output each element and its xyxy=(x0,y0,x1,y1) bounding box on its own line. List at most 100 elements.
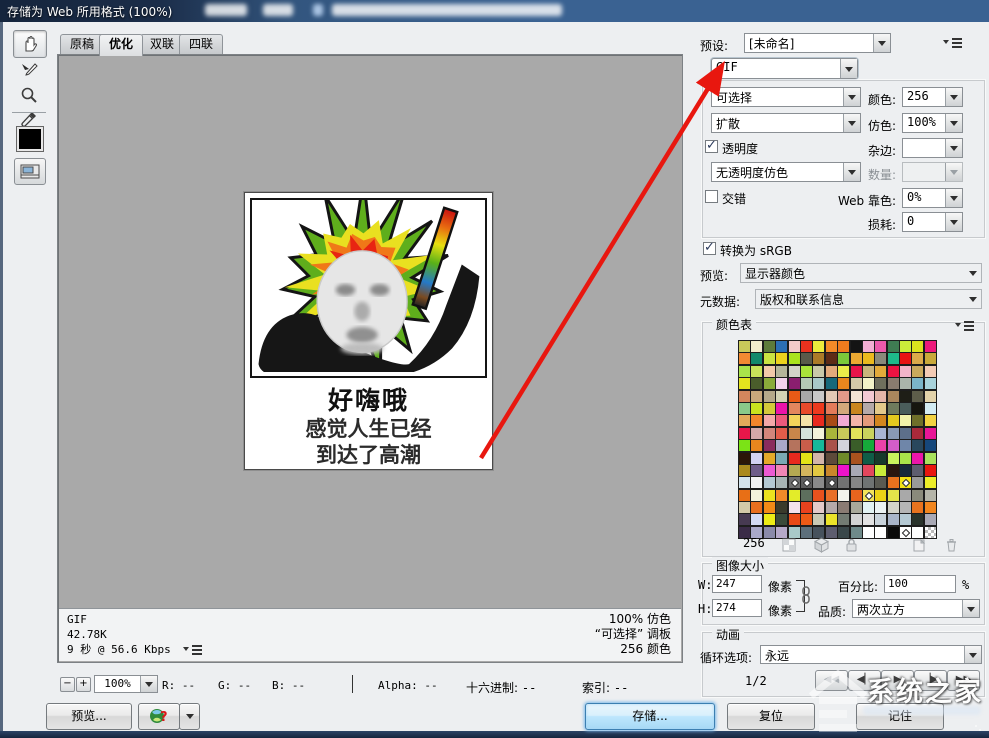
color-swatch[interactable] xyxy=(837,476,850,489)
color-swatch[interactable] xyxy=(924,513,937,526)
tab-optimized[interactable]: 优化 xyxy=(99,34,143,56)
color-swatch[interactable] xyxy=(887,439,900,452)
color-swatch[interactable] xyxy=(924,464,937,477)
color-swatch[interactable] xyxy=(763,427,776,440)
color-swatch[interactable] xyxy=(738,427,751,440)
color-swatch[interactable] xyxy=(924,414,937,427)
color-swatch[interactable] xyxy=(874,414,887,427)
color-swatch[interactable] xyxy=(837,377,850,390)
color-swatch[interactable] xyxy=(800,365,813,378)
color-swatch[interactable] xyxy=(911,377,924,390)
preview-in-browser-button[interactable]: 预览... xyxy=(46,703,132,730)
dither-method-arrow[interactable] xyxy=(843,114,860,132)
color-swatch[interactable] xyxy=(874,439,887,452)
color-swatch[interactable] xyxy=(738,489,751,502)
color-swatch[interactable] xyxy=(738,513,751,526)
tab-4up[interactable]: 四联 xyxy=(179,34,223,54)
color-table-menu-icon[interactable] xyxy=(955,320,975,332)
color-swatch[interactable] xyxy=(825,414,838,427)
color-swatch[interactable] xyxy=(862,427,875,440)
color-swatch[interactable] xyxy=(874,402,887,415)
color-swatch[interactable] xyxy=(924,365,937,378)
quality-select-arrow[interactable] xyxy=(962,600,979,617)
matte-select[interactable] xyxy=(902,138,963,158)
color-swatch[interactable] xyxy=(825,390,838,403)
browser-select-button[interactable]: ? xyxy=(138,703,180,730)
color-swatch[interactable] xyxy=(862,513,875,526)
color-swatch[interactable] xyxy=(775,427,788,440)
color-swatch[interactable] xyxy=(775,365,788,378)
color-swatch[interactable] xyxy=(775,414,788,427)
color-swatch[interactable] xyxy=(800,513,813,526)
color-swatch[interactable] xyxy=(862,501,875,514)
color-swatch[interactable] xyxy=(862,464,875,477)
color-swatch[interactable] xyxy=(837,340,850,353)
color-swatch[interactable] xyxy=(837,414,850,427)
color-swatch[interactable] xyxy=(911,352,924,365)
color-swatch[interactable] xyxy=(899,377,912,390)
color-swatch[interactable] xyxy=(850,464,863,477)
color-swatch[interactable] xyxy=(825,340,838,353)
color-swatch[interactable] xyxy=(775,464,788,477)
color-swatch[interactable] xyxy=(788,414,801,427)
color-swatch[interactable] xyxy=(763,476,776,489)
color-swatch[interactable] xyxy=(812,513,825,526)
zoom-out-button[interactable]: − xyxy=(60,677,75,692)
color-swatch[interactable] xyxy=(763,489,776,502)
color-swatch[interactable] xyxy=(862,414,875,427)
color-swatch[interactable] xyxy=(862,489,875,502)
color-swatch[interactable] xyxy=(874,501,887,514)
color-swatch[interactable] xyxy=(750,390,763,403)
color-swatch[interactable] xyxy=(825,452,838,465)
color-swatch[interactable] xyxy=(800,464,813,477)
color-swatch[interactable] xyxy=(825,476,838,489)
color-swatch[interactable] xyxy=(812,501,825,514)
color-swatch[interactable] xyxy=(775,390,788,403)
color-swatch[interactable] xyxy=(887,452,900,465)
slice-select-tool-button[interactable] xyxy=(13,58,45,80)
transparency-dither-select[interactable]: 无透明度仿色 xyxy=(711,162,861,182)
color-swatch[interactable] xyxy=(800,390,813,403)
zoom-level-arrow[interactable] xyxy=(140,676,157,692)
color-swatch[interactable] xyxy=(775,402,788,415)
color-swatch[interactable] xyxy=(775,340,788,353)
color-swatch[interactable] xyxy=(750,464,763,477)
color-swatch[interactable] xyxy=(800,427,813,440)
color-swatch[interactable] xyxy=(750,365,763,378)
web-snap-arrow[interactable] xyxy=(945,189,962,207)
color-swatch[interactable] xyxy=(788,365,801,378)
color-swatch[interactable] xyxy=(887,352,900,365)
color-swatch[interactable] xyxy=(738,476,751,489)
color-swatch[interactable] xyxy=(788,439,801,452)
color-swatch[interactable] xyxy=(775,377,788,390)
format-select-arrow[interactable] xyxy=(840,59,857,78)
lock-color-icon[interactable] xyxy=(843,537,860,553)
eyedropper-color-swatch[interactable] xyxy=(16,126,44,152)
color-swatch[interactable] xyxy=(837,427,850,440)
color-swatch[interactable] xyxy=(887,464,900,477)
format-select[interactable]: GIF xyxy=(711,58,858,79)
color-swatch[interactable] xyxy=(750,489,763,502)
color-swatch[interactable] xyxy=(887,414,900,427)
color-swatch[interactable] xyxy=(911,476,924,489)
color-swatch[interactable] xyxy=(887,427,900,440)
color-swatch[interactable] xyxy=(800,439,813,452)
color-swatch[interactable] xyxy=(750,414,763,427)
color-swatch[interactable] xyxy=(899,365,912,378)
tab-original[interactable]: 原稿 xyxy=(60,34,104,54)
color-swatch[interactable] xyxy=(887,390,900,403)
color-swatch[interactable] xyxy=(899,439,912,452)
color-swatch[interactable] xyxy=(862,526,875,539)
transparency-checkbox[interactable] xyxy=(705,140,718,153)
color-swatch[interactable] xyxy=(911,452,924,465)
loop-options-arrow[interactable] xyxy=(964,646,981,663)
color-swatch[interactable] xyxy=(775,476,788,489)
color-swatch[interactable] xyxy=(911,340,924,353)
color-swatch[interactable] xyxy=(738,365,751,378)
color-swatch[interactable] xyxy=(850,365,863,378)
color-swatch[interactable] xyxy=(738,352,751,365)
color-swatch[interactable] xyxy=(788,476,801,489)
color-swatch[interactable] xyxy=(850,390,863,403)
dither-method-select[interactable]: 扩散 xyxy=(711,113,861,133)
color-swatch[interactable] xyxy=(911,464,924,477)
